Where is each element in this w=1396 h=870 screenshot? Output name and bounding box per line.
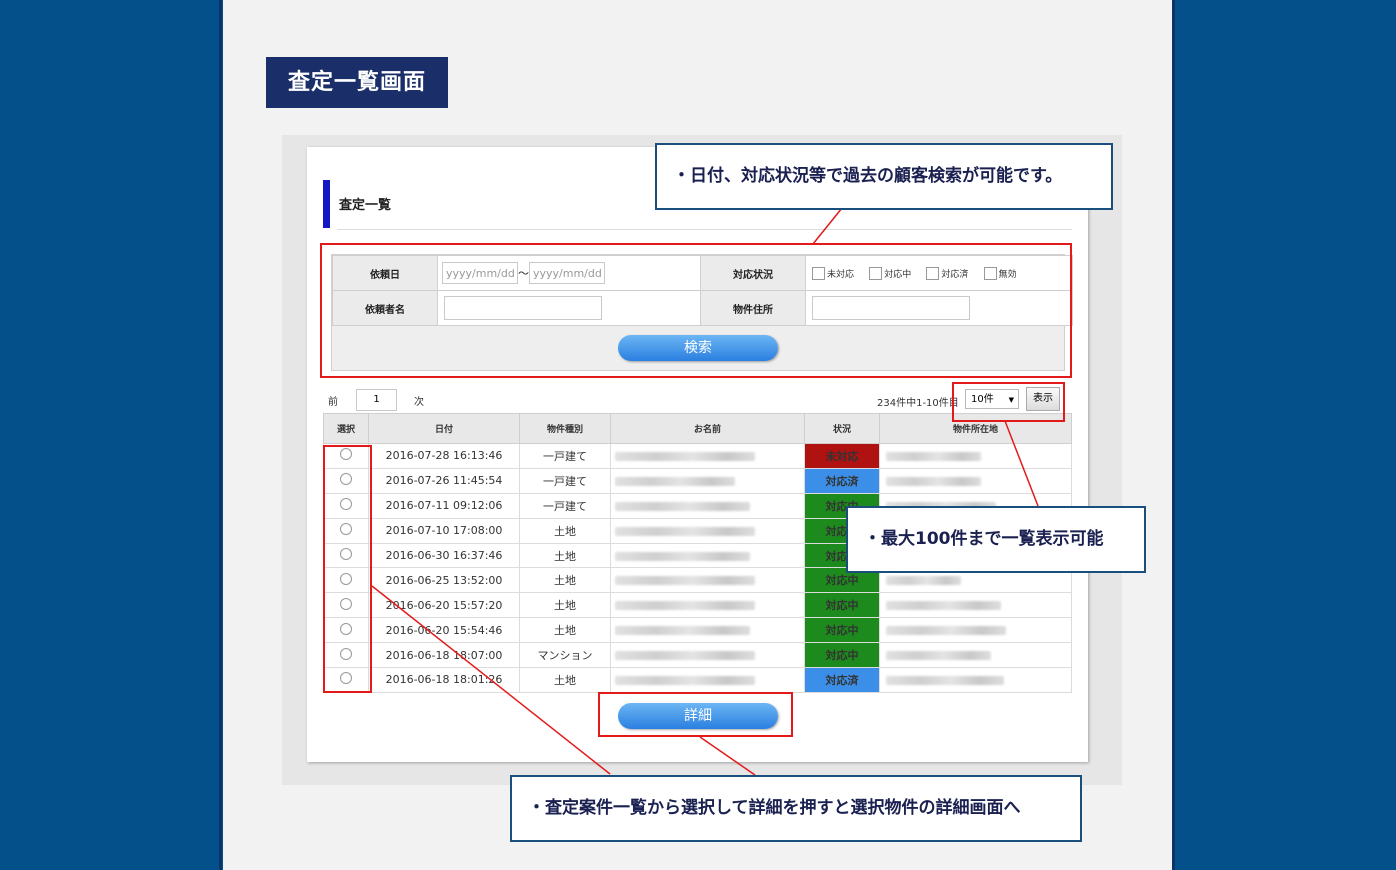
select-callout-line [371, 585, 611, 775]
detail-callout: ・査定案件一覧から選択して詳細を押すと選択物件の詳細画面へ [510, 775, 1082, 842]
search-callout: ・日付、対応状況等で過去の顧客検索が可能です。 [655, 143, 1113, 210]
callout-lines [371, 207, 1039, 776]
display-callout: ・最大100件まで一覧表示可能 [846, 506, 1146, 573]
detail-callout-line [699, 736, 756, 776]
display-callout-line [1004, 420, 1039, 507]
search-callout-line [812, 207, 843, 245]
